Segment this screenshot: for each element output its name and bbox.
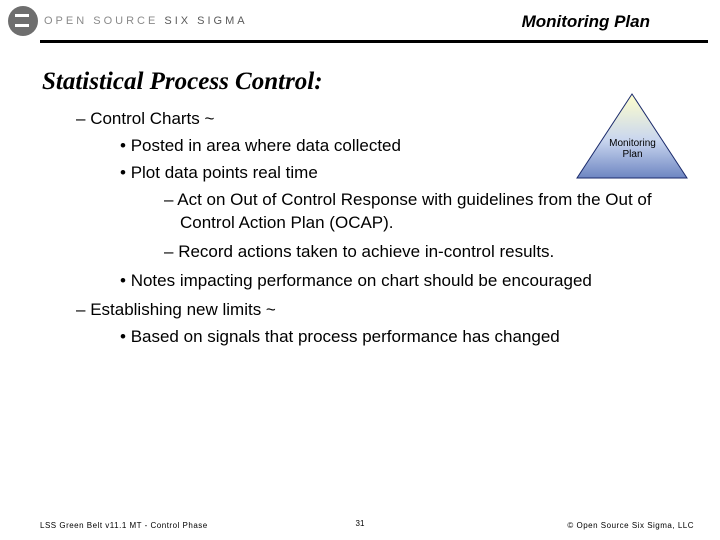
brand-name-b: SIX SIGMA xyxy=(164,15,247,27)
brand-logo-text: OPEN SOURCE SIX SIGMA xyxy=(44,15,248,27)
bullet-l2: Plot data points real time xyxy=(120,162,690,185)
footer-right: © Open Source Six Sigma, LLC xyxy=(567,521,694,530)
slide-footer: LSS Green Belt v11.1 MT - Control Phase … xyxy=(0,510,720,530)
bullet-l2: Based on signals that process performanc… xyxy=(120,326,690,349)
header-title: Monitoring Plan xyxy=(522,12,650,32)
slide-body: Control Charts ~ Posted in area where da… xyxy=(42,108,690,352)
bullet-l1: Control Charts ~ xyxy=(76,108,690,131)
brand-name-a: OPEN SOURCE xyxy=(44,15,158,27)
bullet-l2: Notes impacting performance on chart sho… xyxy=(120,270,690,293)
slide: OPEN SOURCE SIX SIGMA Monitoring Plan St… xyxy=(0,0,720,540)
brand-logo: OPEN SOURCE SIX SIGMA xyxy=(8,6,248,36)
bullet-l3: Record actions taken to achieve in-contr… xyxy=(164,241,690,264)
bullet-l3: Act on Out of Control Response with guid… xyxy=(164,189,690,235)
section-title: Statistical Process Control: xyxy=(42,68,323,96)
bullet-l2: Posted in area where data collected xyxy=(120,135,690,158)
bullet-l1: Establishing new limits ~ xyxy=(76,299,690,322)
brand-logo-icon xyxy=(8,6,38,36)
slide-header: OPEN SOURCE SIX SIGMA Monitoring Plan xyxy=(0,0,720,46)
header-rule xyxy=(40,40,708,43)
